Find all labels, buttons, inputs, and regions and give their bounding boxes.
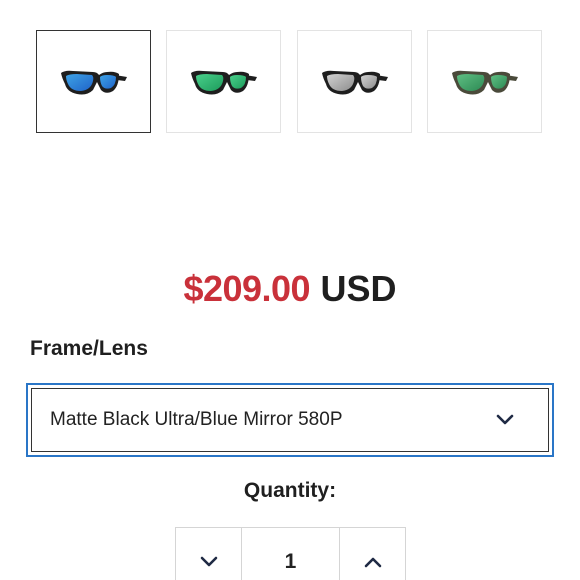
sunglasses-image — [190, 70, 257, 94]
chevron-down-icon — [496, 414, 514, 425]
quantity-value[interactable]: 1 — [242, 528, 339, 580]
quantity-label: Quantity: — [243, 479, 337, 502]
thumbnail-3[interactable] — [297, 30, 412, 133]
quantity-stepper: 1 — [175, 527, 406, 580]
chevron-up-icon — [364, 557, 381, 568]
quantity-increment-button[interactable] — [339, 528, 405, 580]
thumbnail-4[interactable] — [427, 30, 542, 133]
price-row: $209.00 USD — [0, 268, 580, 310]
sunglasses-image — [60, 70, 127, 94]
frame-lens-select[interactable]: Matte Black Ultra/Blue Mirror 580P — [26, 383, 554, 457]
price-currency: USD — [320, 268, 397, 309]
sunglasses-image — [451, 70, 518, 94]
frame-lens-label: Frame/Lens — [30, 337, 148, 360]
price-amount: $209.00 — [183, 268, 311, 309]
frame-lens-selected-value: Matte Black Ultra/Blue Mirror 580P — [50, 409, 343, 430]
chevron-down-icon — [200, 556, 217, 567]
sunglasses-image — [321, 70, 388, 94]
thumbnail-1[interactable] — [36, 30, 151, 133]
thumbnail-2[interactable] — [166, 30, 281, 133]
select-inner-border: Matte Black Ultra/Blue Mirror 580P — [31, 388, 549, 452]
product-thumbnail-gallery — [36, 30, 542, 133]
quantity-decrement-button[interactable] — [176, 528, 242, 580]
